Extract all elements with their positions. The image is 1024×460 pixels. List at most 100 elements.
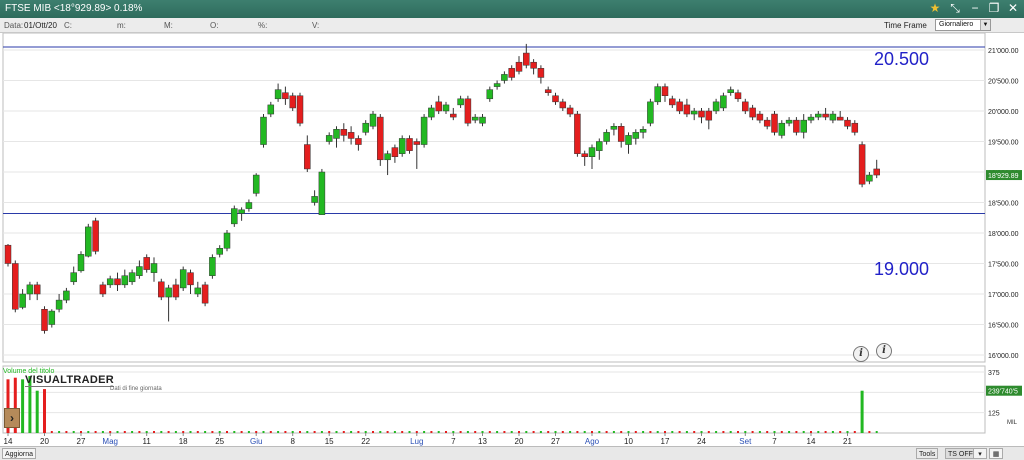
volume-baseline-dot xyxy=(153,431,155,433)
upper-annotation: 20.500 xyxy=(874,49,929,69)
window-title: FTSE MIB <18°929.89> 0.18% xyxy=(5,3,143,14)
date-tick-label: 24 xyxy=(697,437,706,446)
volume-baseline-dot xyxy=(342,431,345,433)
volume-baseline-dot xyxy=(364,431,367,433)
volume-baseline-dot xyxy=(72,431,75,433)
volume-baseline-dot xyxy=(488,431,491,433)
candle-body xyxy=(187,272,194,286)
volume-baseline-dot xyxy=(591,431,593,433)
volume-baseline-dot xyxy=(547,431,550,433)
price-tick-label: 16'500.00 xyxy=(988,323,1019,330)
chart-window: FTSE MIB <18°929.89> 0.18% ★ ⤡ − ❐ ✕ Dat… xyxy=(0,0,1024,460)
candle-body xyxy=(165,287,172,298)
candle-body xyxy=(384,153,391,161)
candle-body xyxy=(851,122,859,133)
date-label: Data: xyxy=(4,21,24,30)
volume-baseline-dot xyxy=(700,431,703,433)
volume-baseline-dot xyxy=(627,431,630,433)
chevron-right-icon[interactable]: › xyxy=(4,408,20,428)
volume-baseline-dot xyxy=(240,431,243,433)
time-frame-label: Time Frame xyxy=(884,21,927,30)
volume-baseline-dot xyxy=(634,431,637,433)
price-chart[interactable]: 21'000.0020'500.0020'000.0019'500.0019'0… xyxy=(0,33,1024,446)
candle-body xyxy=(216,248,223,255)
volume-baseline-dot xyxy=(58,431,61,433)
volume-baseline-dot xyxy=(379,431,382,433)
candle-body xyxy=(486,89,494,100)
candle-body xyxy=(676,101,683,112)
candle-body xyxy=(858,144,866,185)
title-bar: FTSE MIB <18°929.89> 0.18% ★ ⤡ − ❐ ✕ xyxy=(0,0,1024,18)
volume-baseline-dot xyxy=(620,431,623,433)
candle-body xyxy=(661,86,669,96)
candle-body xyxy=(238,209,245,214)
volume-baseline-dot xyxy=(335,431,338,433)
date-tick-label: 18 xyxy=(179,437,188,446)
resize-icon[interactable]: ⤡ xyxy=(946,1,964,16)
candle-body xyxy=(406,138,413,151)
volume-baseline-dot xyxy=(247,431,250,433)
date-tick-label: Ago xyxy=(585,437,600,446)
ts-toggle-button[interactable]: TS OFF xyxy=(945,448,976,459)
volume-label: V: xyxy=(312,21,320,30)
date-tick-label: 25 xyxy=(215,437,224,446)
volume-baseline-dot xyxy=(284,431,287,433)
time-frame-value: Giornaliero xyxy=(939,21,974,28)
grid-icon[interactable]: ▦ xyxy=(989,448,1003,459)
minimize-button[interactable]: − xyxy=(966,1,984,16)
tools-button[interactable]: Tools xyxy=(916,448,939,459)
candle-body xyxy=(793,119,800,133)
candle-body xyxy=(574,113,581,154)
candle-body xyxy=(493,83,501,87)
candle-body xyxy=(632,132,640,139)
date-tick-label: 20 xyxy=(40,437,49,446)
volume-baseline-dot xyxy=(255,431,258,433)
date-tick-label: 10 xyxy=(624,437,633,446)
candle-body xyxy=(683,104,691,115)
candle-body xyxy=(617,126,625,142)
candle-body xyxy=(267,104,275,115)
volume-baseline-dot xyxy=(583,431,586,433)
volume-baseline-dot xyxy=(262,431,265,433)
close-label: C: xyxy=(64,21,72,30)
chevron-down-icon[interactable]: ▾ xyxy=(973,448,987,459)
lower-annotation: 19.000 xyxy=(874,259,929,279)
candle-body xyxy=(807,116,815,121)
candle-body xyxy=(763,119,771,127)
candle-body xyxy=(369,113,377,127)
volume-baseline-dot xyxy=(80,431,82,433)
volume-bar xyxy=(43,389,46,433)
info-icon[interactable]: i xyxy=(853,346,869,362)
refresh-button[interactable]: Aggiorna xyxy=(2,448,37,459)
candle-body xyxy=(41,309,48,331)
close-button[interactable]: ✕ xyxy=(1004,1,1022,16)
candle-body xyxy=(318,171,326,215)
volume-baseline-dot xyxy=(780,431,783,433)
volume-baseline-dot xyxy=(357,431,360,433)
volume-baseline-dot xyxy=(510,431,513,433)
candle-body xyxy=(705,110,713,121)
candle-body xyxy=(815,113,822,118)
candle-body xyxy=(625,135,632,145)
volume-baseline-dot xyxy=(824,431,827,433)
candle-body xyxy=(128,272,136,283)
favorite-star-icon[interactable]: ★ xyxy=(926,1,944,16)
info-icon-2[interactable]: i xyxy=(876,343,892,359)
candle-body xyxy=(873,168,880,176)
price-tick-label: 17'000.00 xyxy=(988,292,1019,299)
candle-body xyxy=(92,220,99,252)
price-tick-label: 17'500.00 xyxy=(988,262,1019,269)
volume-bar xyxy=(35,390,39,433)
date-tick-label: Set xyxy=(739,437,752,446)
candle-body xyxy=(420,116,428,145)
candle-body xyxy=(771,113,778,133)
candle-body xyxy=(304,144,311,170)
volume-baseline-dot xyxy=(715,431,718,433)
candle-body xyxy=(866,174,873,182)
restore-button[interactable]: ❐ xyxy=(985,1,1003,16)
time-frame-select[interactable]: Giornaliero ▼ xyxy=(935,19,991,31)
candle-body xyxy=(106,278,114,286)
candle-body xyxy=(603,132,610,142)
volume-baseline-dot xyxy=(853,431,856,433)
volume-baseline-dot xyxy=(291,431,294,433)
